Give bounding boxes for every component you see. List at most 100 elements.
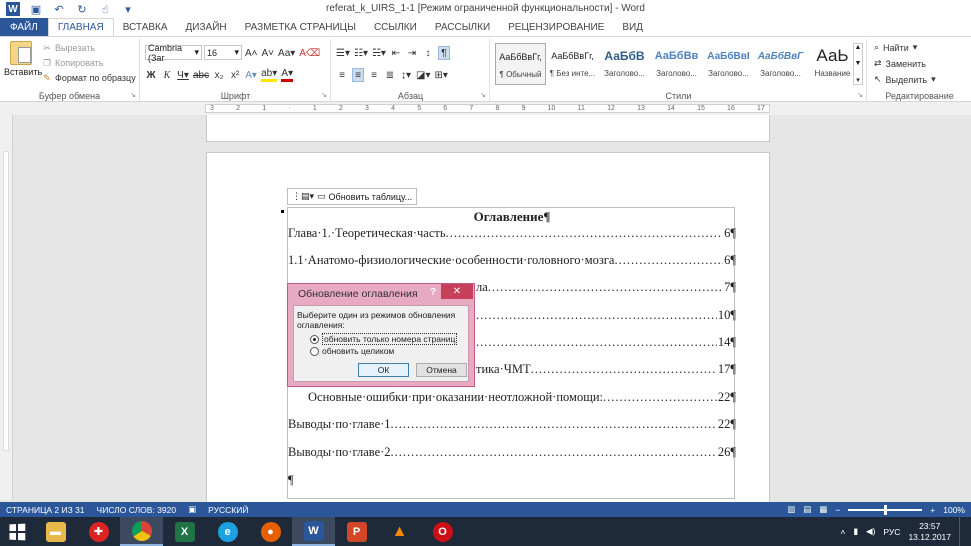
taskbar-ie[interactable]: e [206, 517, 249, 546]
show-desktop-button[interactable] [959, 517, 963, 546]
font-name-select[interactable]: Cambria (Заг ▾ [145, 43, 202, 63]
option-page-numbers[interactable]: обновить только номера страниц [310, 333, 458, 345]
zoom-in-icon[interactable]: + [930, 505, 935, 515]
change-case-icon[interactable]: Aa▾ [278, 46, 295, 60]
style-heading-4[interactable]: АаБбВвГ Заголово... [755, 43, 806, 85]
font-size-select[interactable]: 16 ▾ [204, 45, 242, 60]
style-heading-2[interactable]: АаБбВв Заголово... [651, 43, 702, 85]
taskbar-opera[interactable]: O [421, 517, 464, 546]
toc-entry[interactable]: Выводы·по·главе·1 22¶ [288, 417, 736, 432]
word-count[interactable]: ЧИСЛО СЛОВ: 3920 [91, 505, 183, 515]
input-language[interactable]: РУС [883, 527, 900, 537]
zoom-slider-thumb[interactable] [884, 504, 888, 515]
toc-entry[interactable]: Основные·ошибки·при·оказании·неотложной·… [288, 390, 736, 405]
paragraph-launcher-icon[interactable]: ↘ [480, 91, 486, 99]
styles-scroll[interactable]: ▲ ▼ ▾ [853, 43, 863, 85]
close-button[interactable]: ✕ [441, 284, 473, 299]
decrease-indent-icon[interactable]: ⇤ [390, 46, 402, 60]
font-launcher-icon[interactable]: ↘ [321, 91, 327, 99]
ok-button[interactable]: ОК [358, 363, 409, 377]
tray-arrow-icon[interactable]: ˄ [840, 527, 845, 537]
underline-icon[interactable]: Ч▾ [177, 68, 189, 82]
strikethrough-icon[interactable]: abc [193, 68, 209, 82]
shading-icon[interactable]: ◪▾ [416, 68, 430, 82]
undo-icon[interactable]: ↶ [52, 2, 66, 16]
toc-entry[interactable]: Выводы·по·главе·2 26¶ [288, 445, 736, 460]
increase-indent-icon[interactable]: ⇥ [406, 46, 418, 60]
tab-file[interactable]: ФАЙЛ [0, 18, 48, 36]
language-indicator[interactable]: РУССКИЙ [202, 505, 254, 515]
web-layout-icon[interactable]: ▦ [819, 504, 827, 515]
radio-button[interactable] [310, 334, 319, 344]
taskbar-excel[interactable]: X [163, 517, 206, 546]
clipboard-launcher-icon[interactable]: ↘ [130, 91, 136, 99]
save-icon[interactable]: ▣ [29, 2, 43, 16]
style-no-spacing[interactable]: АаБбВвГг, ¶ Без инте... [547, 43, 598, 85]
volume-icon[interactable]: ◀) [866, 526, 875, 537]
zoom-out-icon[interactable]: − [835, 505, 840, 515]
toc-entry[interactable]: Глава·1.·Теоретическая·часть 6¶ [288, 226, 736, 241]
style-heading-1[interactable]: АаБбВ Заголово... [599, 43, 650, 85]
option-entire-table[interactable]: обновить целиком [310, 346, 394, 356]
print-layout-icon[interactable]: ▤ [803, 504, 811, 515]
font-color-icon[interactable]: A▾ [281, 68, 294, 82]
cancel-button[interactable]: Отмена [416, 363, 467, 377]
toc-entry[interactable]: 1.1·Анатомо-физиологические·особенности·… [288, 253, 736, 268]
highlight-icon[interactable]: ab▾ [261, 68, 278, 82]
styles-launcher-icon[interactable]: ↘ [857, 91, 863, 99]
taskbar-daemon-tools[interactable]: ✚ [77, 517, 120, 546]
tab-insert[interactable]: ВСТАВКА [114, 18, 177, 36]
paste-button[interactable]: Вставить [4, 41, 42, 77]
borders-icon[interactable]: ⊞▾ [434, 68, 447, 82]
network-icon[interactable]: ▮ [853, 526, 858, 537]
bold-icon[interactable]: Ж [145, 68, 157, 82]
bullets-icon[interactable]: ☰▾ [336, 46, 350, 60]
multilevel-list-icon[interactable]: ☵▾ [372, 46, 386, 60]
format-painter-button[interactable]: ✎ Формат по образцу [42, 73, 135, 84]
italic-icon[interactable]: К [161, 68, 173, 82]
taskbar-vlc[interactable]: ▲ [378, 517, 421, 546]
align-right-icon[interactable]: ≡ [368, 68, 380, 82]
scroll-up-icon[interactable]: ▲ [855, 44, 862, 51]
vertical-ruler[interactable] [0, 115, 13, 500]
shrink-font-icon[interactable]: A˅ [262, 46, 275, 60]
zoom-level[interactable]: 100% [943, 505, 965, 515]
tab-home[interactable]: ГЛАВНАЯ [47, 18, 114, 36]
style-title[interactable]: АаЬ Название [807, 43, 858, 85]
page-count[interactable]: СТРАНИЦА 2 ИЗ 31 [0, 505, 91, 515]
sort-icon[interactable]: ↕ [422, 46, 434, 60]
superscript-icon[interactable]: x² [229, 68, 241, 82]
show-marks-icon[interactable]: ¶ [437, 46, 450, 60]
text-effects-icon[interactable]: A▾ [245, 68, 257, 82]
horizontal-ruler[interactable]: 3 2 1 · 1 2 3 4 5 6 7 8 9 10 11 12 13 14 15 16 17 [0, 102, 971, 115]
grow-font-icon[interactable]: A˄ [245, 46, 258, 60]
help-icon[interactable]: ? [430, 287, 436, 298]
touch-mode-icon[interactable]: ☝ [98, 2, 112, 16]
taskbar-powerpoint[interactable]: P [335, 517, 378, 546]
select-button[interactable]: ↖ Выделить ▾ [874, 74, 936, 85]
justify-icon[interactable]: ≣ [384, 68, 396, 82]
scroll-down-icon[interactable]: ▼ [855, 60, 862, 67]
numbering-icon[interactable]: ☷▾ [354, 46, 368, 60]
line-spacing-icon[interactable]: ↨▾ [400, 68, 412, 82]
replace-button[interactable]: ⇄ Заменить [874, 58, 926, 69]
customize-qat-icon[interactable]: ▾ [121, 2, 135, 16]
taskbar-explorer[interactable]: ▬ [34, 517, 77, 546]
proofing-icon[interactable]: ▣ [182, 504, 202, 515]
tab-design[interactable]: ДИЗАЙН [177, 18, 236, 36]
taskbar-chrome[interactable] [120, 517, 163, 546]
taskbar-firefox[interactable]: ● [249, 517, 292, 546]
cut-button[interactable]: ✂ Вырезать [42, 43, 95, 54]
tab-mailings[interactable]: РАССЫЛКИ [426, 18, 499, 36]
style-normal[interactable]: АаБбВвГг, ¶ Обычный [495, 43, 546, 85]
copy-button[interactable]: ❐ Копировать [42, 58, 104, 69]
tab-view[interactable]: ВИД [613, 18, 652, 36]
taskbar-word[interactable]: W [292, 517, 335, 546]
radio-button[interactable] [310, 346, 319, 356]
clear-formatting-icon[interactable]: A⌫ [299, 46, 320, 60]
subscript-icon[interactable]: x₂ [213, 68, 225, 82]
find-button[interactable]: ⌕ Найти ▾ [874, 42, 917, 53]
style-heading-3[interactable]: АаБбВвІ Заголово... [703, 43, 754, 85]
tab-layout[interactable]: РАЗМЕТКА СТРАНИЦЫ [236, 18, 365, 36]
align-left-icon[interactable]: ≡ [336, 68, 348, 82]
